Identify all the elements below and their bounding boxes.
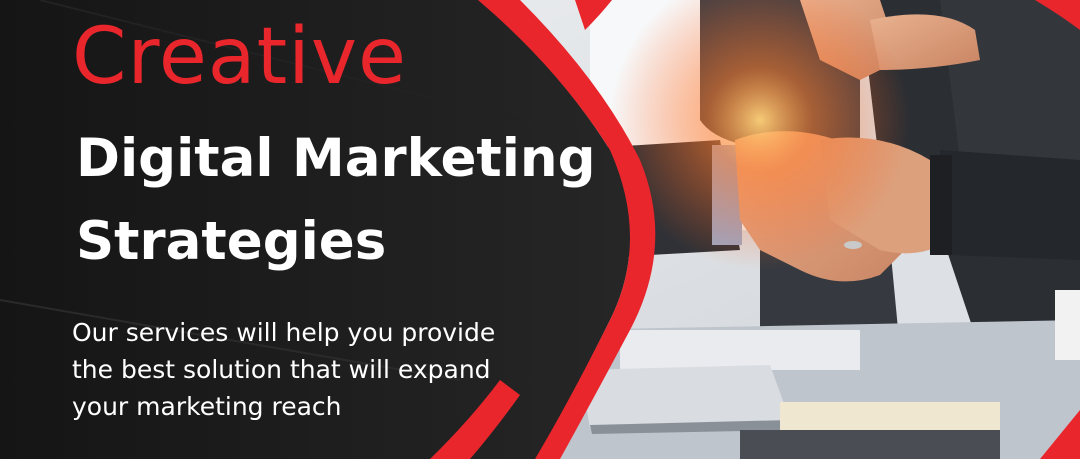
headline-line-1: Digital Marketing — [76, 128, 596, 189]
tagline: Our services will help you provide the b… — [72, 314, 592, 425]
tagline-line-3: your marketing reach — [72, 392, 342, 421]
headline-line-2: Strategies — [76, 211, 387, 272]
marketing-banner: Creative Digital Marketing Strategies Ou… — [0, 0, 1080, 459]
headline-accent: Creative — [72, 12, 408, 102]
tagline-line-2: the best solution that will expand — [72, 355, 491, 384]
tagline-line-1: Our services will help you provide — [72, 318, 496, 347]
